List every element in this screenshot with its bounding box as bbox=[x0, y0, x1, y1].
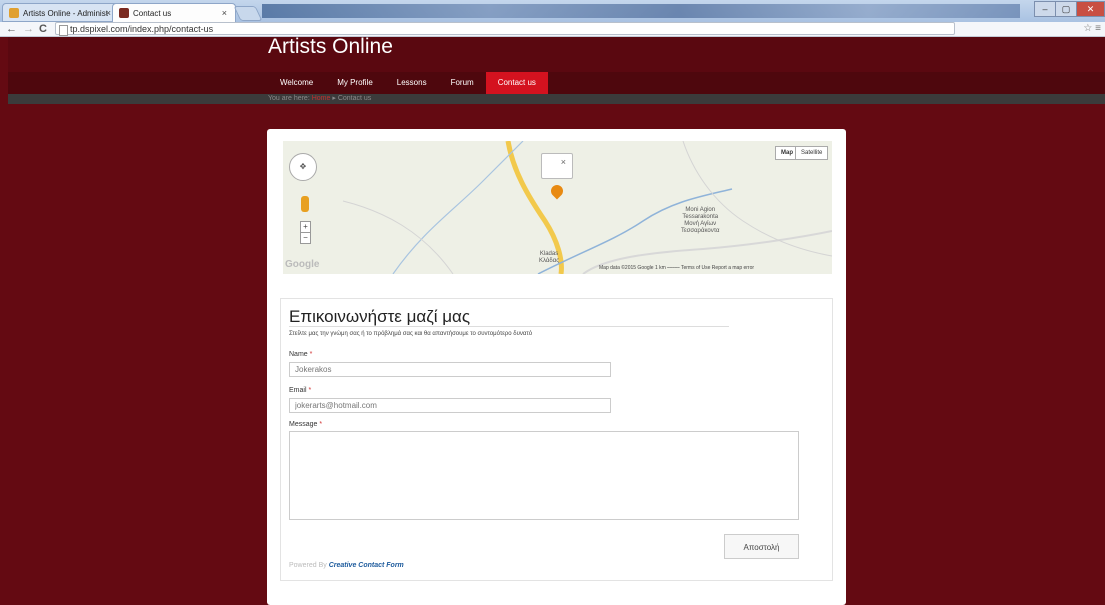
window-close-button[interactable]: ✕ bbox=[1076, 1, 1105, 17]
site-header bbox=[8, 37, 1105, 73]
submit-button[interactable]: Αποστολή bbox=[724, 534, 799, 559]
tab-close-icon[interactable]: × bbox=[106, 8, 111, 18]
menu-bar bbox=[8, 72, 1105, 94]
google-map[interactable]: Map Satellite ✥ + − × Moni Agion Tessara… bbox=[283, 141, 832, 274]
map-label-kladas: Kladas Κλάδας bbox=[539, 251, 560, 264]
browser-tab-contact[interactable]: Contact us × bbox=[112, 3, 236, 22]
tab-title: Contact us bbox=[133, 9, 172, 18]
name-label-text: Name bbox=[289, 351, 308, 358]
star-icon[interactable]: ☆ ≡ bbox=[1083, 23, 1101, 34]
breadcrumb-separator: ▸ bbox=[332, 95, 336, 102]
powered-by-text: Powered By bbox=[289, 562, 327, 569]
form-description: Στείλτε μας την γνώμη σας ή το πρόβλημά … bbox=[289, 331, 533, 337]
breadcrumb: You are here: Home ▸ Contact us bbox=[268, 94, 371, 104]
url-text: tp.dspixel.com/index.php/contact-us bbox=[70, 24, 214, 34]
new-tab-button[interactable] bbox=[233, 6, 263, 21]
forward-button[interactable]: → bbox=[23, 22, 34, 36]
browser-toolbar: ← → C tp.dspixel.com/index.php/contact-u… bbox=[0, 22, 1105, 37]
back-button[interactable]: ← bbox=[6, 22, 17, 36]
map-type-satellite-button[interactable]: Satellite bbox=[795, 146, 829, 160]
breadcrumb-prefix: You are here: bbox=[268, 95, 310, 102]
message-label-text: Message bbox=[289, 421, 318, 428]
form-title: Επικοινωνήστε μαζί μας bbox=[289, 307, 471, 326]
menu-item-contact-us[interactable]: Contact us bbox=[485, 72, 548, 94]
maximize-button[interactable]: ▢ bbox=[1055, 1, 1077, 17]
email-field[interactable] bbox=[289, 398, 611, 413]
creative-contact-form-link[interactable]: Creative Contact Form bbox=[329, 562, 404, 569]
browser-tab-admin[interactable]: Artists Online - Administ × bbox=[2, 3, 120, 22]
joomla-favicon-icon bbox=[9, 8, 19, 18]
breadcrumb-current: Contact us bbox=[337, 95, 372, 102]
map-pan-control-icon[interactable]: ✥ bbox=[289, 153, 317, 181]
required-mark: * bbox=[319, 421, 323, 428]
map-footer: Map data ©2015 Google 1 km ⎯⎯⎯⎯⎯ Terms o… bbox=[599, 265, 755, 271]
address-bar[interactable]: tp.dspixel.com/index.php/contact-us bbox=[55, 22, 955, 36]
email-label-text: Email bbox=[289, 387, 307, 394]
required-mark: * bbox=[309, 351, 313, 358]
name-field[interactable] bbox=[289, 362, 611, 377]
powered-by: Powered By Creative Contact Form bbox=[289, 562, 404, 569]
map-label-moni: Moni Agion Tessarakonta Μονή Αγίων Τεσσα… bbox=[681, 207, 720, 234]
name-label: Name * bbox=[289, 351, 312, 358]
blurred-titlebar bbox=[262, 4, 1020, 18]
tab-close-icon[interactable]: × bbox=[222, 8, 227, 18]
street-view-pegman-icon[interactable] bbox=[301, 196, 309, 212]
zoom-out-button[interactable]: − bbox=[300, 232, 311, 244]
google-logo: Google bbox=[285, 259, 320, 270]
breadcrumb-home-link[interactable]: Home bbox=[312, 95, 331, 102]
email-label: Email * bbox=[289, 387, 311, 394]
required-mark: * bbox=[308, 387, 312, 394]
menu-item-welcome[interactable]: Welcome bbox=[268, 72, 325, 94]
message-label: Message * bbox=[289, 421, 322, 428]
menu-item-lessons[interactable]: Lessons bbox=[385, 72, 439, 94]
info-window-close-icon[interactable]: × bbox=[561, 157, 566, 167]
menu-item-forum[interactable]: Forum bbox=[439, 72, 486, 94]
tab-title: Artists Online - Administ bbox=[23, 9, 108, 18]
title-divider bbox=[289, 326, 729, 327]
map-info-window: × bbox=[541, 153, 573, 179]
message-textarea[interactable] bbox=[289, 431, 799, 520]
site-title[interactable]: Artists Online bbox=[268, 36, 393, 58]
page-icon bbox=[59, 25, 68, 36]
reload-button[interactable]: C bbox=[39, 22, 47, 36]
minimize-button[interactable]: – bbox=[1034, 1, 1056, 17]
site-favicon-icon bbox=[119, 8, 129, 18]
browser-tab-strip: Artists Online - Administ × Contact us ×… bbox=[0, 0, 1105, 22]
main-menu: Welcome My Profile Lessons Forum Contact… bbox=[268, 72, 548, 94]
menu-item-my-profile[interactable]: My Profile bbox=[325, 72, 385, 94]
breadcrumb-bar bbox=[8, 94, 1105, 104]
